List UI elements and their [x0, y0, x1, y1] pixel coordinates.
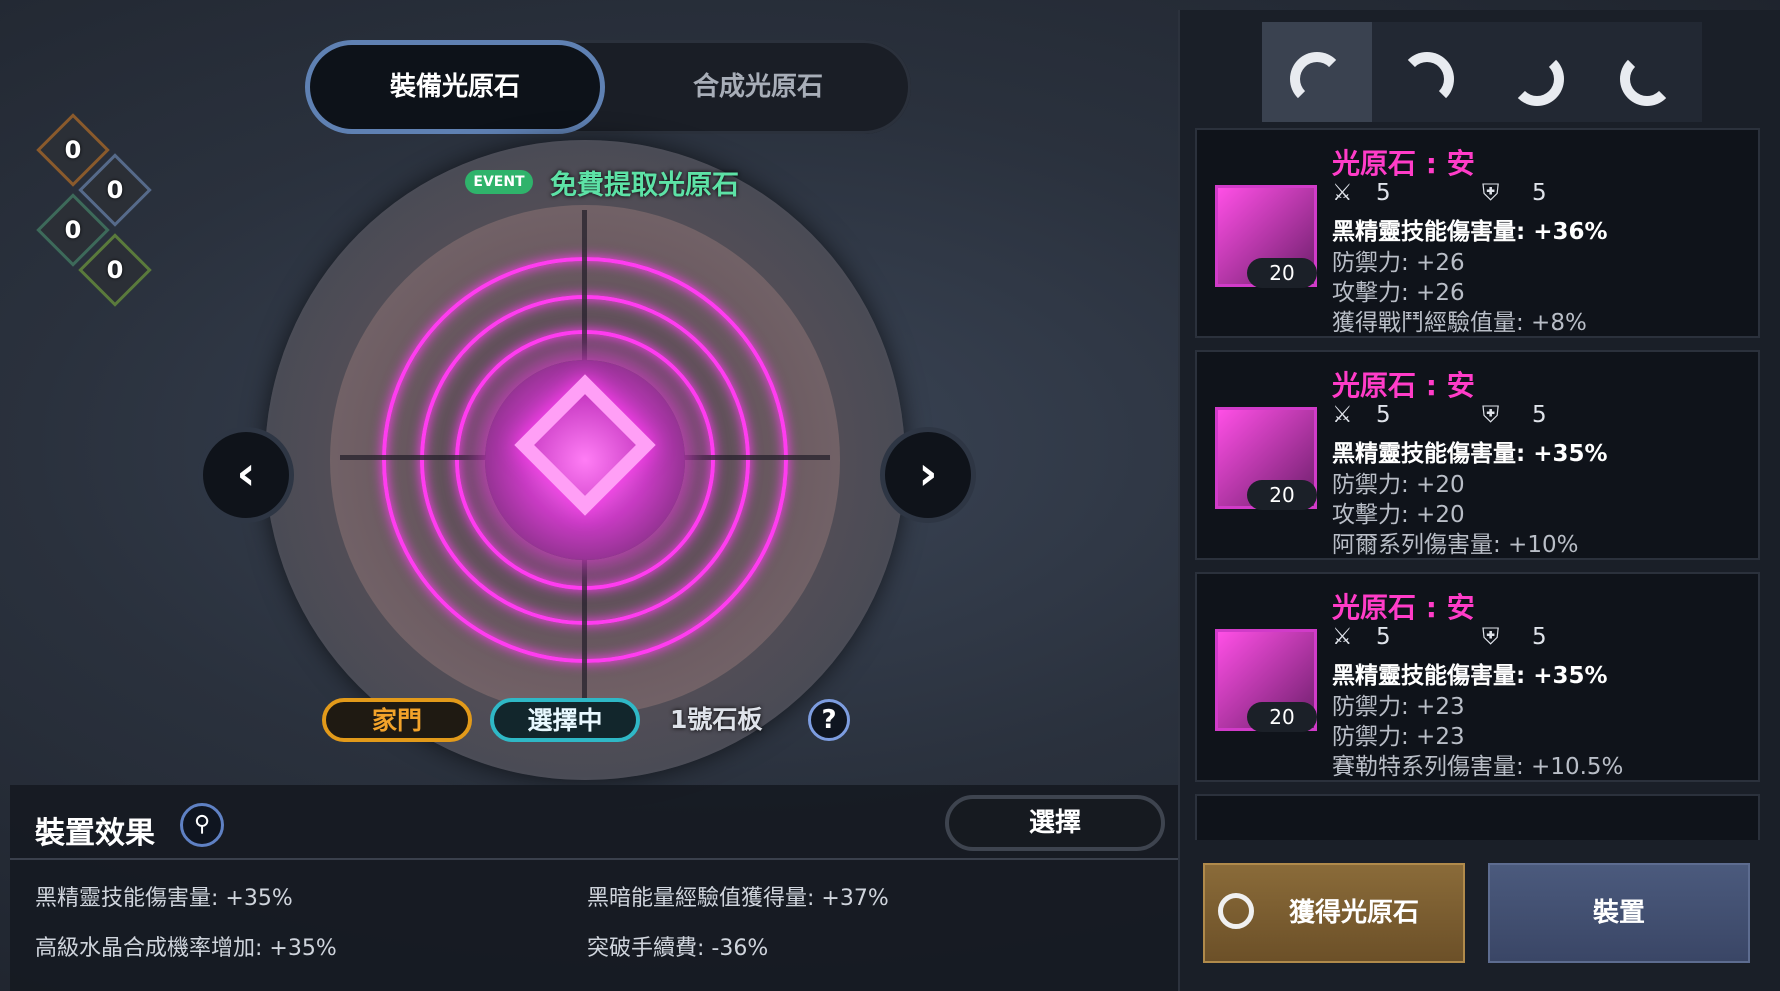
swords-icon: ⚔	[1332, 624, 1353, 650]
equip-button[interactable]: 裝置	[1488, 863, 1750, 963]
tab-equip-stone[interactable]: 裝備光原石	[305, 40, 605, 134]
slot-arc-icon	[1620, 52, 1674, 106]
chevron-right-icon: ›	[918, 446, 938, 500]
stone-stats: ⚔ 5 ⛨ 5	[1332, 402, 1632, 428]
home-chip[interactable]: 家門	[322, 698, 472, 742]
stone-effect-line: 阿爾系列傷害量: +10%	[1332, 532, 1579, 558]
atk-value: 5	[1375, 402, 1391, 428]
stone-stats: ⚔ 5 ⛨ 5	[1332, 180, 1632, 206]
stone-tab-bar: 裝備光原石 合成光原石	[305, 40, 911, 134]
stone-effect-line: 攻擊力: +20	[1332, 502, 1465, 528]
effects-divider	[10, 858, 1178, 860]
stone-name: 光原石 : 安	[1332, 591, 1475, 624]
prev-slab-button[interactable]: ‹	[198, 427, 294, 523]
next-slab-button[interactable]: ›	[880, 427, 976, 523]
shield-icon: ⛨	[1482, 624, 1500, 650]
effect-item: 黑暗能量經驗值獲得量: +37%	[587, 886, 889, 911]
chevron-left-icon: ‹	[236, 446, 256, 500]
target-icon	[1218, 893, 1254, 929]
selected-chip[interactable]: 選擇中	[490, 698, 640, 742]
atk-value: 5	[1375, 180, 1391, 206]
stone-level: 20	[1247, 702, 1317, 732]
def-value: 5	[1532, 624, 1547, 650]
search-icon: ⚲	[193, 812, 211, 837]
free-extract-link[interactable]: 免費提取光原石	[550, 163, 739, 202]
stone-name: 光原石 : 安	[1332, 147, 1475, 180]
help-button[interactable]: ?	[808, 699, 850, 741]
stone-effect-line: 防禦力: +20	[1332, 472, 1465, 498]
slot-arc-icon	[1290, 52, 1344, 106]
stone-effect-line: 賽勒特系列傷害量: +10.5%	[1332, 754, 1624, 780]
stone-card[interactable]: 20 光原石 : 安 ⚔ 5 ⛨ 5 黑精靈技能傷害量: +36% 防禦力: +…	[1195, 128, 1760, 338]
stone-effect-line: 攻擊力: +26	[1332, 280, 1465, 306]
effect-item: 黑精靈技能傷害量: +35%	[35, 886, 293, 911]
shield-icon: ⛨	[1482, 180, 1500, 206]
shield-icon: ⛨	[1482, 402, 1500, 428]
stone-effect-line: 防禦力: +23	[1332, 724, 1465, 750]
slab-label: 1號石板	[670, 705, 763, 734]
stone-effect-line: 防禦力: +23	[1332, 694, 1465, 720]
effect-item: 突破手續費: -36%	[587, 936, 769, 961]
search-button[interactable]: ⚲	[180, 803, 224, 847]
slot-tab-1[interactable]	[1262, 22, 1372, 122]
stone-effect-line: 防禦力: +26	[1332, 250, 1465, 276]
stone-main-effect: 黑精靈技能傷害量: +35%	[1332, 663, 1608, 689]
get-stone-label: 獲得光原石	[1288, 898, 1419, 928]
stone-card[interactable]: 20 光原石 : 安 ⚔ 5 ⛨ 5 黑精靈技能傷害量: +35% 防禦力: +…	[1195, 350, 1760, 560]
stone-level: 20	[1247, 480, 1317, 510]
stone-main-effect: 黑精靈技能傷害量: +36%	[1332, 219, 1608, 245]
swords-icon: ⚔	[1332, 180, 1353, 206]
stone-main-effect: 黑精靈技能傷害量: +35%	[1332, 441, 1608, 467]
swords-icon: ⚔	[1332, 402, 1353, 428]
stone-card-partial[interactable]	[1195, 794, 1760, 840]
counter-4[interactable]: 0	[78, 233, 152, 307]
stone-level: 20	[1247, 258, 1317, 288]
atk-value: 5	[1375, 624, 1391, 650]
stone-card[interactable]: 20 光原石 : 安 ⚔ 5 ⛨ 5 黑精靈技能傷害量: +35% 防禦力: +…	[1195, 572, 1760, 782]
counter-4-value: 0	[106, 256, 124, 284]
slot-tab-4[interactable]	[1592, 22, 1702, 122]
tab-synth-stone[interactable]: 合成光原石	[605, 40, 911, 134]
slot-tab-2[interactable]	[1372, 22, 1482, 122]
slot-arc-icon	[1510, 52, 1564, 106]
stone-stats: ⚔ 5 ⛨ 5	[1332, 624, 1632, 650]
def-value: 5	[1532, 402, 1547, 428]
slot-tab-3[interactable]	[1482, 22, 1592, 122]
def-value: 5	[1532, 180, 1547, 206]
effect-item: 高級水晶合成機率增加: +35%	[35, 936, 337, 961]
stone-name: 光原石 : 安	[1332, 369, 1475, 402]
slot-arc-icon	[1400, 52, 1454, 106]
effects-title: 裝置效果	[35, 816, 155, 851]
stone-effect-line: 獲得戰鬥經驗值量: +8%	[1332, 310, 1587, 336]
event-badge: EVENT	[465, 170, 533, 194]
choose-button[interactable]: 選擇	[945, 795, 1165, 851]
